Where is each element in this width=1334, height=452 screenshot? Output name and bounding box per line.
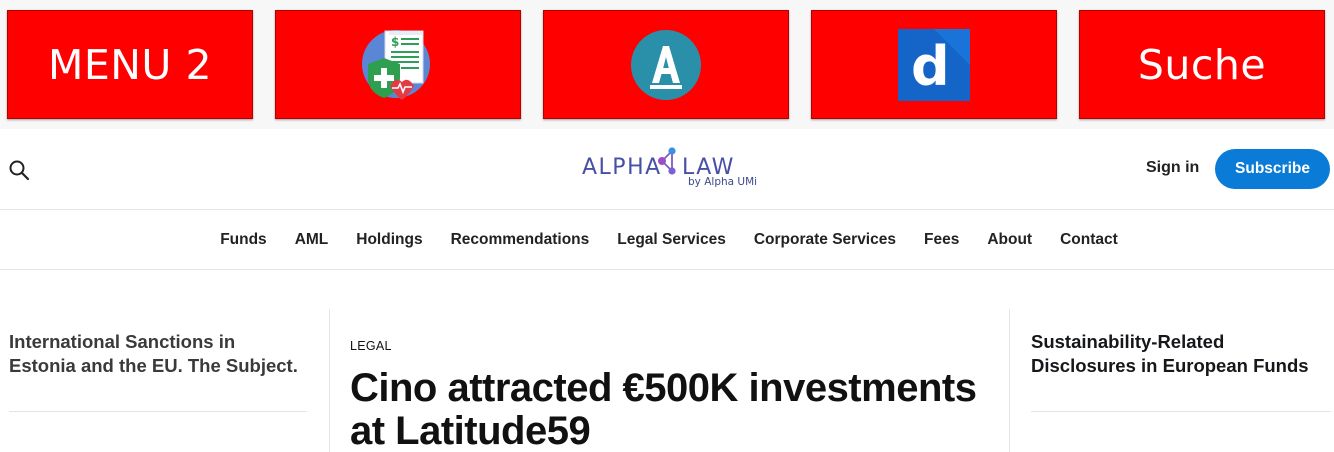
svg-text:ALPHA: ALPHA [582, 155, 662, 180]
nav-item-funds[interactable]: Funds [220, 231, 267, 249]
nav-item-legal-services[interactable]: Legal Services [617, 231, 726, 249]
site-logo[interactable]: ALPHA LAW by Alpha UMi [582, 147, 762, 191]
nav-item-holdings[interactable]: Holdings [356, 231, 422, 249]
svg-text:$: $ [391, 35, 399, 49]
promo-tile-menu-2[interactable]: MENU 2 [7, 10, 253, 119]
site-header: ALPHA LAW by Alpha UMi Sign in Subscribe [0, 129, 1334, 210]
promo-tile-suche[interactable]: Suche [1079, 10, 1325, 119]
letter-d-square-icon: d [898, 28, 970, 101]
article-headline[interactable]: Cino attracted €500K investments at Lati… [350, 367, 990, 452]
nav-item-about[interactable]: About [987, 231, 1032, 249]
article-tag[interactable]: LEGAL [350, 339, 990, 353]
article-teaser-title[interactable]: Sustainability-Related Disclosures in Eu… [1031, 330, 1331, 378]
promo-tile-health-insurance[interactable]: $ [275, 10, 521, 119]
logo-tagline: by Alpha UMi [688, 176, 758, 188]
column-divider [329, 309, 330, 452]
svg-text:d: d [911, 35, 950, 98]
subscribe-button[interactable]: Subscribe [1215, 149, 1330, 189]
nav-item-corporate-services[interactable]: Corporate Services [754, 231, 896, 249]
featured-article: LEGAL Cino attracted €500K investments a… [350, 339, 990, 452]
divider [9, 411, 307, 412]
nav-item-recommendations[interactable]: Recommendations [451, 231, 590, 249]
main-nav: Funds AML Holdings Recommendations Legal… [0, 210, 1334, 270]
promo-tile-d[interactable]: d [811, 10, 1057, 119]
health-insurance-invoice-icon: $ [362, 29, 430, 100]
column-divider [1009, 309, 1010, 452]
divider [1031, 411, 1331, 412]
promo-tile-label: Suche [1137, 40, 1267, 89]
sign-in-link[interactable]: Sign in [1146, 159, 1199, 177]
nav-item-contact[interactable]: Contact [1060, 231, 1118, 249]
promo-tile-label: MENU 2 [47, 40, 213, 89]
right-teaser-column: Sustainability-Related Disclosures in Eu… [1031, 330, 1331, 412]
letter-a-circle-icon [631, 29, 701, 100]
article-teaser-title[interactable]: International Sanctions in Estonia and t… [9, 330, 307, 378]
nav-item-fees[interactable]: Fees [924, 231, 959, 249]
promo-tile-a[interactable] [543, 10, 789, 119]
promo-bar: MENU 2 $ d Suche [0, 0, 1334, 129]
search-icon[interactable] [8, 159, 30, 181]
nav-item-aml[interactable]: AML [295, 231, 329, 249]
left-teaser-column: International Sanctions in Estonia and t… [9, 330, 307, 412]
